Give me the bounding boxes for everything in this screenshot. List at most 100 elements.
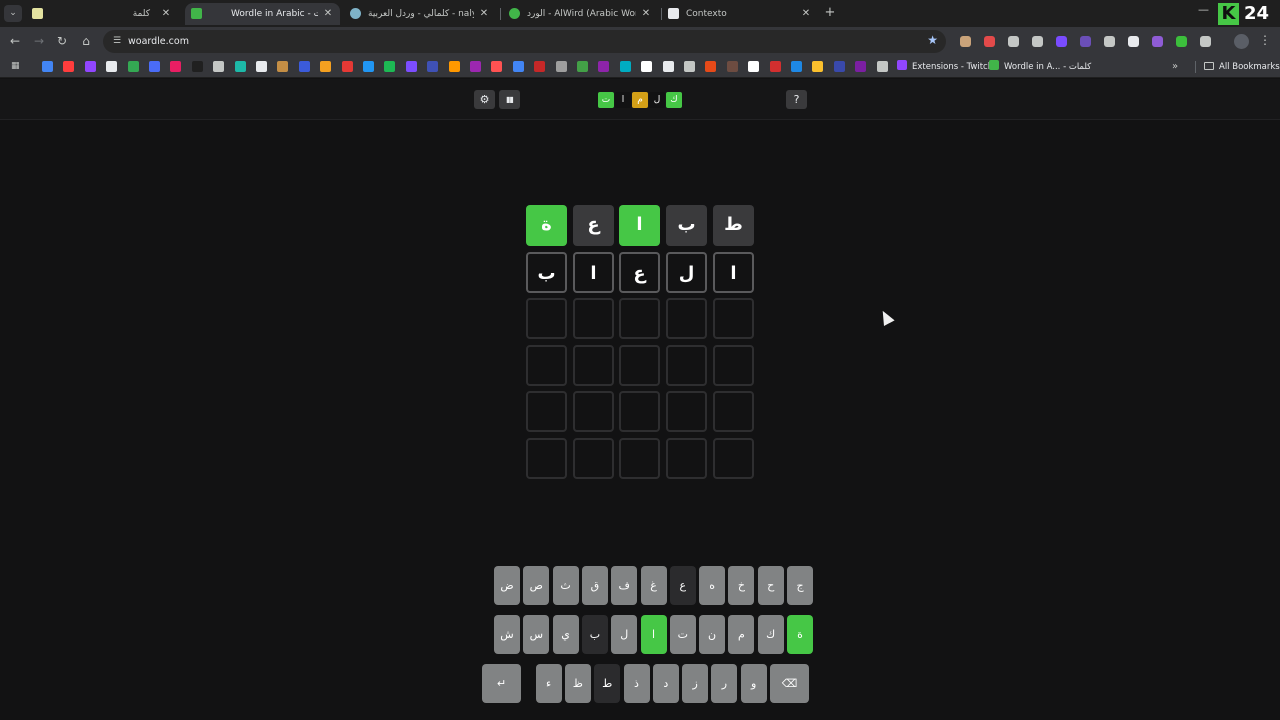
keyboard-key[interactable]: غ xyxy=(640,566,667,605)
keyboard-key[interactable]: ج xyxy=(787,566,813,605)
bookmark-favicon-icon[interactable] xyxy=(106,61,118,72)
enter-key[interactable]: ↵ xyxy=(482,664,521,703)
keyboard-key[interactable]: و xyxy=(740,664,767,703)
close-tab-icon[interactable]: ✕ xyxy=(478,3,490,25)
extension-icon[interactable] xyxy=(1008,36,1019,47)
keyboard-key[interactable]: ء xyxy=(535,664,562,703)
bookmark-favicon-icon[interactable] xyxy=(149,61,160,72)
menu-kebab-icon[interactable]: ⋮ xyxy=(1259,33,1271,47)
profile-avatar[interactable] xyxy=(1234,34,1249,49)
bookmark-favicon-icon[interactable] xyxy=(855,61,867,72)
keyboard-key[interactable]: ط xyxy=(594,664,621,703)
keyboard-key[interactable]: ث xyxy=(552,566,579,605)
keyboard-key[interactable]: ع xyxy=(669,566,696,605)
bookmark-favicon-icon[interactable] xyxy=(277,61,289,72)
extension-icon[interactable] xyxy=(1032,36,1043,47)
bookmark-favicon-icon[interactable] xyxy=(84,61,96,72)
extension-icon[interactable] xyxy=(1080,36,1091,47)
close-tab-icon[interactable]: ✕ xyxy=(640,3,652,25)
keyboard-key[interactable]: د xyxy=(652,664,679,703)
address-bar[interactable]: ☰ woardle.com ★ xyxy=(103,30,946,53)
help-icon[interactable]: ? xyxy=(786,90,807,109)
keyboard-key[interactable]: ل xyxy=(611,615,638,654)
bookmark-favicon-icon[interactable] xyxy=(234,61,246,72)
keyboard-key[interactable]: م xyxy=(728,615,755,654)
tab-alwird[interactable]: الورد - AlWird (Arabic Wordle) ✕ xyxy=(503,3,658,25)
extension-icon[interactable] xyxy=(984,36,995,47)
close-tab-icon[interactable]: ✕ xyxy=(800,3,812,25)
site-info-icon[interactable]: ☰ xyxy=(111,35,123,47)
tab-contexto[interactable]: Contexto ✕ xyxy=(662,3,818,25)
bookmark-favicon-icon[interactable] xyxy=(42,61,53,72)
bookmark-favicon-icon[interactable] xyxy=(705,61,717,72)
close-tab-icon[interactable]: ✕ xyxy=(160,3,172,25)
more-bookmarks-chevron-icon[interactable]: » xyxy=(1172,56,1178,78)
all-bookmarks-button[interactable]: All Bookmarks xyxy=(1204,56,1280,78)
keyboard-key[interactable]: ظ xyxy=(564,664,591,703)
bookmark-favicon-icon[interactable] xyxy=(405,61,417,72)
bookmark-favicon-icon[interactable] xyxy=(491,61,503,72)
bookmark-favicon-icon[interactable] xyxy=(256,61,267,72)
bookmark-favicon-icon[interactable] xyxy=(127,61,139,72)
keyboard-key[interactable]: ي xyxy=(552,615,579,654)
keyboard-key[interactable]: ر xyxy=(711,664,738,703)
keyboard-key[interactable]: ز xyxy=(682,664,709,703)
keyboard-key[interactable]: ب xyxy=(581,615,608,654)
bookmark-favicon-icon[interactable] xyxy=(726,61,738,72)
tab-wordle-arabic[interactable]: Wordle in Arabic - كلمات ✕ xyxy=(185,3,340,25)
bookmark-favicon-icon[interactable] xyxy=(812,61,824,72)
bookmark-favicon-icon[interactable] xyxy=(298,61,310,72)
apps-grid-icon[interactable]: ▦ xyxy=(11,61,22,72)
bookmark-star-icon[interactable]: ★ xyxy=(927,33,938,47)
keyboard-key[interactable]: ك xyxy=(757,615,784,654)
keyboard-key[interactable]: ض xyxy=(494,566,520,605)
extension-icon[interactable] xyxy=(1200,36,1211,47)
bookmark-favicon-icon[interactable] xyxy=(470,61,481,72)
keyboard-key[interactable]: ذ xyxy=(623,664,650,703)
keyboard-key[interactable]: ش xyxy=(494,615,520,654)
back-icon[interactable]: ← xyxy=(7,33,23,49)
extension-icon[interactable] xyxy=(1152,36,1163,47)
bookmark-favicon-icon[interactable] xyxy=(577,61,588,72)
backspace-key[interactable]: ⌫ xyxy=(770,664,809,703)
extension-icon[interactable] xyxy=(1176,36,1187,47)
bookmark-favicon-icon[interactable] xyxy=(448,61,460,72)
tab-search-button[interactable]: ⌄ xyxy=(4,5,22,22)
bookmark-favicon-icon[interactable] xyxy=(748,61,760,72)
bookmark-wordle-arabic[interactable]: Wordle in A... - كلمات xyxy=(989,56,1091,78)
bookmark-favicon-icon[interactable] xyxy=(191,61,203,72)
bookmark-favicon-icon[interactable] xyxy=(619,61,631,72)
keyboard-key[interactable]: ق xyxy=(581,566,608,605)
bookmark-favicon-icon[interactable] xyxy=(684,61,695,72)
keyboard-key[interactable]: ه xyxy=(699,566,726,605)
keyboard-key[interactable]: ة xyxy=(787,615,813,654)
minimize-icon[interactable]: — xyxy=(1198,3,1210,16)
bookmark-favicon-icon[interactable] xyxy=(63,61,75,72)
keyboard-key[interactable]: ا xyxy=(640,615,667,654)
bookmark-favicon-icon[interactable] xyxy=(641,61,653,72)
bookmark-favicon-icon[interactable] xyxy=(170,61,182,72)
close-tab-icon[interactable]: ✕ xyxy=(322,3,334,25)
bookmark-favicon-icon[interactable] xyxy=(384,61,396,72)
tab-kalimali[interactable]: كلمالي - وردل العربية - naly.com ✕ xyxy=(344,3,496,25)
bookmark-favicon-icon[interactable] xyxy=(320,61,332,72)
keyboard-key[interactable]: ن xyxy=(699,615,726,654)
bookmark-favicon-icon[interactable] xyxy=(213,61,225,72)
tab-kalima[interactable]: كلمة ✕ xyxy=(26,3,178,25)
bookmark-favicon-icon[interactable] xyxy=(598,61,610,72)
keyboard-key[interactable]: ص xyxy=(523,566,550,605)
settings-gear-icon[interactable]: ⚙ xyxy=(474,90,495,109)
bookmark-favicon-icon[interactable] xyxy=(534,61,546,72)
bookmark-favicon-icon[interactable] xyxy=(363,61,374,72)
bookmark-favicon-icon[interactable] xyxy=(791,61,802,72)
new-tab-button[interactable]: + xyxy=(823,5,837,21)
bookmark-extensions-twitch[interactable]: Extensions - Twitch xyxy=(897,56,993,78)
reload-icon[interactable]: ↻ xyxy=(54,33,70,49)
bookmark-favicon-icon[interactable] xyxy=(662,61,674,72)
keyboard-key[interactable]: ح xyxy=(757,566,784,605)
forward-icon[interactable]: → xyxy=(31,33,47,49)
extension-icon[interactable] xyxy=(960,36,971,47)
bookmark-favicon-icon[interactable] xyxy=(876,61,888,72)
bookmark-favicon-icon[interactable] xyxy=(833,61,845,72)
keyboard-key[interactable]: ف xyxy=(611,566,638,605)
